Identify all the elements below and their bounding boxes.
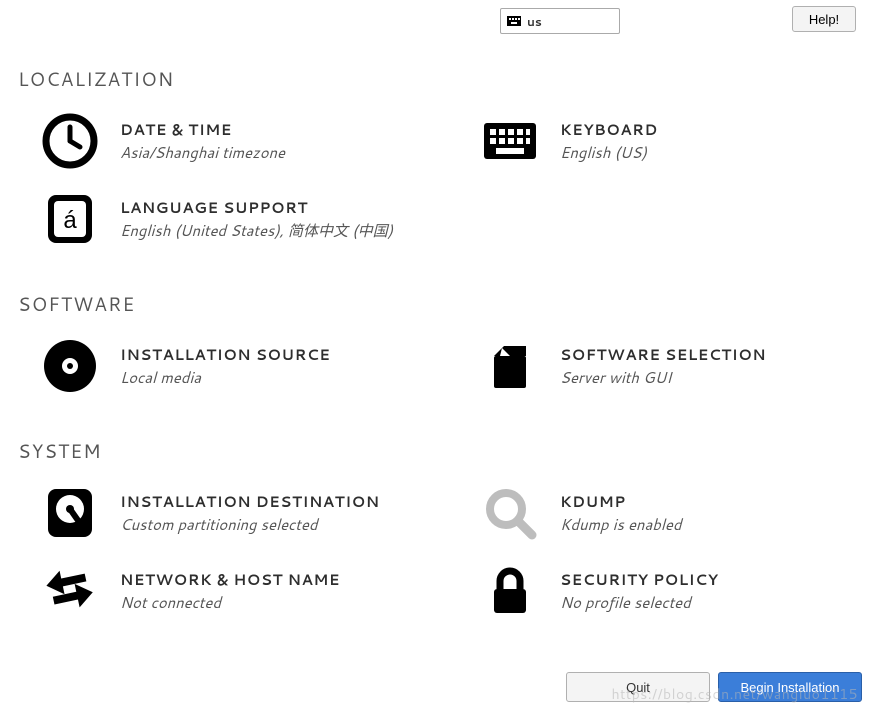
spoke-status: Not connected (120, 592, 340, 613)
quit-button[interactable]: Quit (566, 672, 710, 702)
spoke-keyboard[interactable]: KEYBOARD English (US) (458, 107, 852, 185)
help-button[interactable]: Help! (792, 6, 856, 32)
spoke-installation-source[interactable]: INSTALLATION SOURCE Local media (18, 332, 458, 410)
network-arrows-icon (42, 563, 98, 619)
spoke-status: English (United States), 简体中文 (中国) (120, 220, 393, 241)
language-icon: á (42, 191, 98, 247)
harddisk-icon (42, 485, 98, 541)
clock-icon (42, 113, 98, 169)
spoke-status: Asia/Shanghai timezone (120, 142, 285, 163)
lock-icon (482, 563, 538, 619)
spoke-status: Kdump is enabled (560, 514, 681, 535)
keyboard-layout-label: us (527, 13, 542, 30)
spoke-status: No profile selected (560, 592, 718, 613)
package-icon (482, 338, 538, 394)
spoke-title: KEYBOARD (560, 119, 658, 140)
spoke-network[interactable]: NETWORK & HOST NAME Not connected (18, 557, 458, 635)
section-heading-localization: LOCALIZATION (18, 66, 852, 93)
begin-installation-button[interactable]: Begin Installation (718, 672, 862, 702)
spoke-title: KDUMP (560, 491, 681, 512)
spoke-title: DATE & TIME (120, 119, 285, 140)
spoke-title: INSTALLATION DESTINATION (120, 491, 380, 512)
section-heading-system: SYSTEM (18, 438, 852, 465)
spoke-kdump[interactable]: KDUMP Kdump is enabled (458, 479, 852, 557)
spoke-status: Server with GUI (560, 367, 766, 388)
spoke-title: SECURITY POLICY (560, 569, 718, 590)
spoke-status: English (US) (560, 142, 658, 163)
svg-text:á: á (63, 207, 77, 234)
magnify-icon (482, 485, 538, 541)
spoke-title: SOFTWARE SELECTION (560, 344, 766, 365)
keyboard-icon (507, 16, 521, 26)
disc-icon (42, 338, 98, 394)
spoke-security-policy[interactable]: SECURITY POLICY No profile selected (458, 557, 852, 635)
spoke-title: INSTALLATION SOURCE (120, 344, 330, 365)
spoke-language-support[interactable]: á LANGUAGE SUPPORT English (United State… (18, 185, 458, 263)
spoke-status: Local media (120, 367, 330, 388)
spoke-title: NETWORK & HOST NAME (120, 569, 340, 590)
spoke-title: LANGUAGE SUPPORT (120, 197, 393, 218)
keyboard-layout-indicator[interactable]: us (500, 8, 620, 34)
section-heading-software: SOFTWARE (18, 291, 852, 318)
spoke-software-selection[interactable]: SOFTWARE SELECTION Server with GUI (458, 332, 852, 410)
spoke-installation-destination[interactable]: INSTALLATION DESTINATION Custom partitio… (18, 479, 458, 557)
spoke-status: Custom partitioning selected (120, 514, 380, 535)
keyboard-large-icon (482, 113, 538, 169)
spoke-date-time[interactable]: DATE & TIME Asia/Shanghai timezone (18, 107, 458, 185)
